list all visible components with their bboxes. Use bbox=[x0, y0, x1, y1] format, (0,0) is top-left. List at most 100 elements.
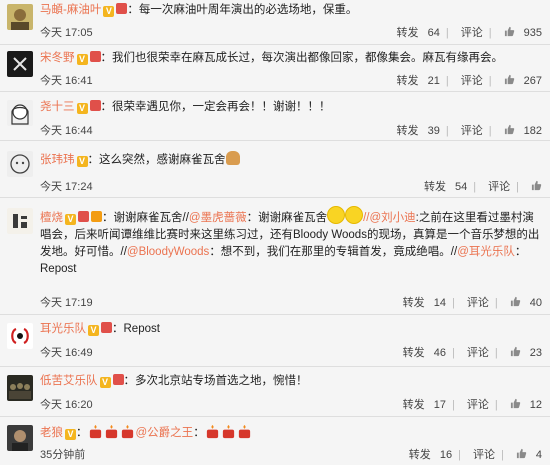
thumbs-up-icon bbox=[504, 26, 514, 37]
repost-label: 转发 bbox=[423, 181, 446, 193]
comment-text: ：谢谢麻雀瓦舍// bbox=[102, 212, 189, 224]
user-name[interactable]: 张玮玮 bbox=[40, 154, 75, 166]
repost-button[interactable]: 转发 54 bbox=[418, 181, 467, 193]
comment-item: 低苦艾乐队 V ：多次北京站专场首选之地，惋惜！ 今天 16:20 转发 17 | 评论… bbox=[0, 367, 550, 417]
user-name[interactable]: 耳光乐队 bbox=[40, 323, 86, 335]
comment-time: 今天 16:41 bbox=[40, 75, 93, 87]
comment-button[interactable]: 评论 bbox=[467, 297, 489, 309]
comment-button[interactable]: 评论 bbox=[467, 347, 489, 359]
like-count: 182 bbox=[523, 125, 542, 137]
avatar[interactable] bbox=[7, 4, 33, 30]
repost-label: 转发 bbox=[402, 399, 425, 411]
comment-button[interactable]: 评论 bbox=[488, 181, 510, 193]
candle-icon bbox=[206, 424, 218, 439]
like-button[interactable]: 182 bbox=[504, 124, 542, 137]
comment-time: 今天 17:19 bbox=[40, 297, 93, 309]
repost-label: 转发 bbox=[396, 125, 419, 137]
avatar[interactable] bbox=[7, 375, 33, 401]
repost-button[interactable]: 转发 46 bbox=[397, 347, 446, 359]
like-button[interactable]: 4 bbox=[516, 448, 542, 461]
like-button[interactable]: 12 bbox=[510, 398, 542, 411]
repost-button[interactable]: 转发 39 bbox=[391, 125, 440, 137]
comment-text: ：很荣幸遇见你，一定会再会！！谢谢！！！ bbox=[100, 101, 331, 113]
thumbs-up-icon bbox=[510, 296, 520, 307]
comment-item: 马頔-麻油叶 V ：每一次麻油叶周年演出的必选场地，保重。 今天 17:05 转发 … bbox=[0, 0, 550, 45]
avatar[interactable] bbox=[7, 100, 33, 126]
avatar[interactable] bbox=[7, 51, 33, 77]
like-count: 40 bbox=[529, 297, 542, 309]
repost-button[interactable]: 转发 64 bbox=[391, 27, 440, 39]
repost-count: 21 bbox=[427, 75, 440, 87]
comment-button[interactable]: 评论 bbox=[473, 449, 495, 461]
like-count: 4 bbox=[535, 449, 542, 461]
repost-button[interactable]: 转发 16 bbox=[403, 449, 452, 461]
user-name[interactable]: 尧十三 bbox=[40, 101, 75, 113]
praying-hands-icon bbox=[225, 151, 240, 165]
thumbs-up-icon bbox=[510, 346, 520, 357]
fan-badge-icon bbox=[91, 211, 102, 222]
verified-icon: V bbox=[103, 6, 115, 17]
repost-label: 转发 bbox=[396, 27, 419, 39]
like-button[interactable]: 23 bbox=[510, 346, 542, 359]
comment-text: ：谢谢麻雀瓦舍 bbox=[246, 212, 328, 224]
user-name[interactable]: 马頔-麻油叶 bbox=[40, 4, 101, 16]
like-count: 23 bbox=[529, 347, 542, 359]
like-button[interactable]: 40 bbox=[510, 296, 542, 309]
comment-text: ：多次北京站专场首选之地，惋惜！ bbox=[123, 375, 308, 387]
like-button[interactable] bbox=[531, 180, 542, 193]
repost-button[interactable]: 转发 17 bbox=[397, 399, 446, 411]
like-count: 935 bbox=[523, 27, 542, 39]
repost-button[interactable]: 转发 14 bbox=[397, 297, 446, 309]
comment-time: 35分钟前 bbox=[40, 449, 86, 461]
repost-count: 54 bbox=[455, 181, 468, 193]
comment-item: 宋冬野 V ：我们也很荣幸在麻瓦成长过，每次演出都像回家，都像集会。麻瓦有缘再会。 … bbox=[0, 45, 550, 92]
comment-button[interactable]: 评论 bbox=[461, 125, 483, 137]
comment-time: 今天 16:49 bbox=[40, 347, 93, 359]
avatar[interactable] bbox=[7, 151, 33, 177]
comment-button[interactable]: 评论 bbox=[461, 27, 483, 39]
comment-text: ： bbox=[76, 427, 88, 439]
verified-icon: V bbox=[99, 377, 111, 388]
verified-icon: V bbox=[76, 103, 88, 114]
thumbs-up-icon bbox=[504, 74, 514, 85]
mention-link[interactable]: @耳光乐队 bbox=[457, 246, 515, 258]
candle-icon bbox=[222, 424, 234, 439]
mention-link[interactable]: @墨虎蔷薇 bbox=[189, 212, 247, 224]
comment-text: ：想不到，我们在那里的专辑首发，竟成绝唱。// bbox=[209, 246, 458, 258]
repost-label: 转发 bbox=[402, 347, 425, 359]
user-name[interactable]: 老狼 bbox=[40, 427, 63, 439]
comment-button[interactable]: 评论 bbox=[467, 399, 489, 411]
user-name[interactable]: 低苦艾乐队 bbox=[40, 375, 98, 387]
comment-text: Repost bbox=[40, 263, 77, 275]
mention-link[interactable]: @公爵之王 bbox=[136, 427, 194, 439]
user-name[interactable]: 宋冬野 bbox=[40, 52, 75, 64]
mention-link[interactable]: //@刘小迪 bbox=[363, 212, 416, 224]
avatar[interactable] bbox=[7, 208, 33, 234]
like-button[interactable]: 267 bbox=[504, 74, 542, 87]
user-name[interactable]: 檀烧 bbox=[40, 212, 63, 224]
comment-time: 今天 16:44 bbox=[40, 125, 93, 137]
avatar[interactable] bbox=[7, 425, 33, 451]
repost-count: 16 bbox=[439, 449, 453, 461]
comment-button[interactable]: 评论 bbox=[461, 75, 483, 87]
comment-item: 尧十三 V ：很荣幸遇见你，一定会再会！！谢谢！！！ 今天 16:44 转发 39 |… bbox=[0, 92, 550, 141]
candle-icon bbox=[89, 424, 101, 439]
repost-count: 46 bbox=[433, 347, 446, 359]
comment-item: 张玮玮 V ：这么突然，感谢麻雀瓦舍 今天 17:24 转发 54 | 评论 | bbox=[0, 141, 550, 198]
verified-icon: V bbox=[76, 156, 88, 167]
vip-member-icon bbox=[78, 211, 89, 222]
repost-count: 39 bbox=[427, 125, 440, 137]
vip-member-icon bbox=[116, 3, 128, 14]
comment-text: ： bbox=[514, 246, 527, 258]
repost-button[interactable]: 转发 21 bbox=[391, 75, 440, 87]
like-count: 12 bbox=[529, 399, 542, 411]
mention-link[interactable]: @BloodyWoods bbox=[127, 246, 209, 258]
verified-icon: V bbox=[88, 325, 99, 336]
verified-icon: V bbox=[65, 429, 76, 440]
verified-icon: V bbox=[76, 54, 88, 65]
avatar[interactable] bbox=[7, 323, 33, 349]
candle-icon bbox=[238, 424, 250, 439]
smile-emoji-icon bbox=[345, 206, 364, 224]
like-button[interactable]: 935 bbox=[504, 26, 542, 39]
verified-icon: V bbox=[65, 214, 76, 225]
